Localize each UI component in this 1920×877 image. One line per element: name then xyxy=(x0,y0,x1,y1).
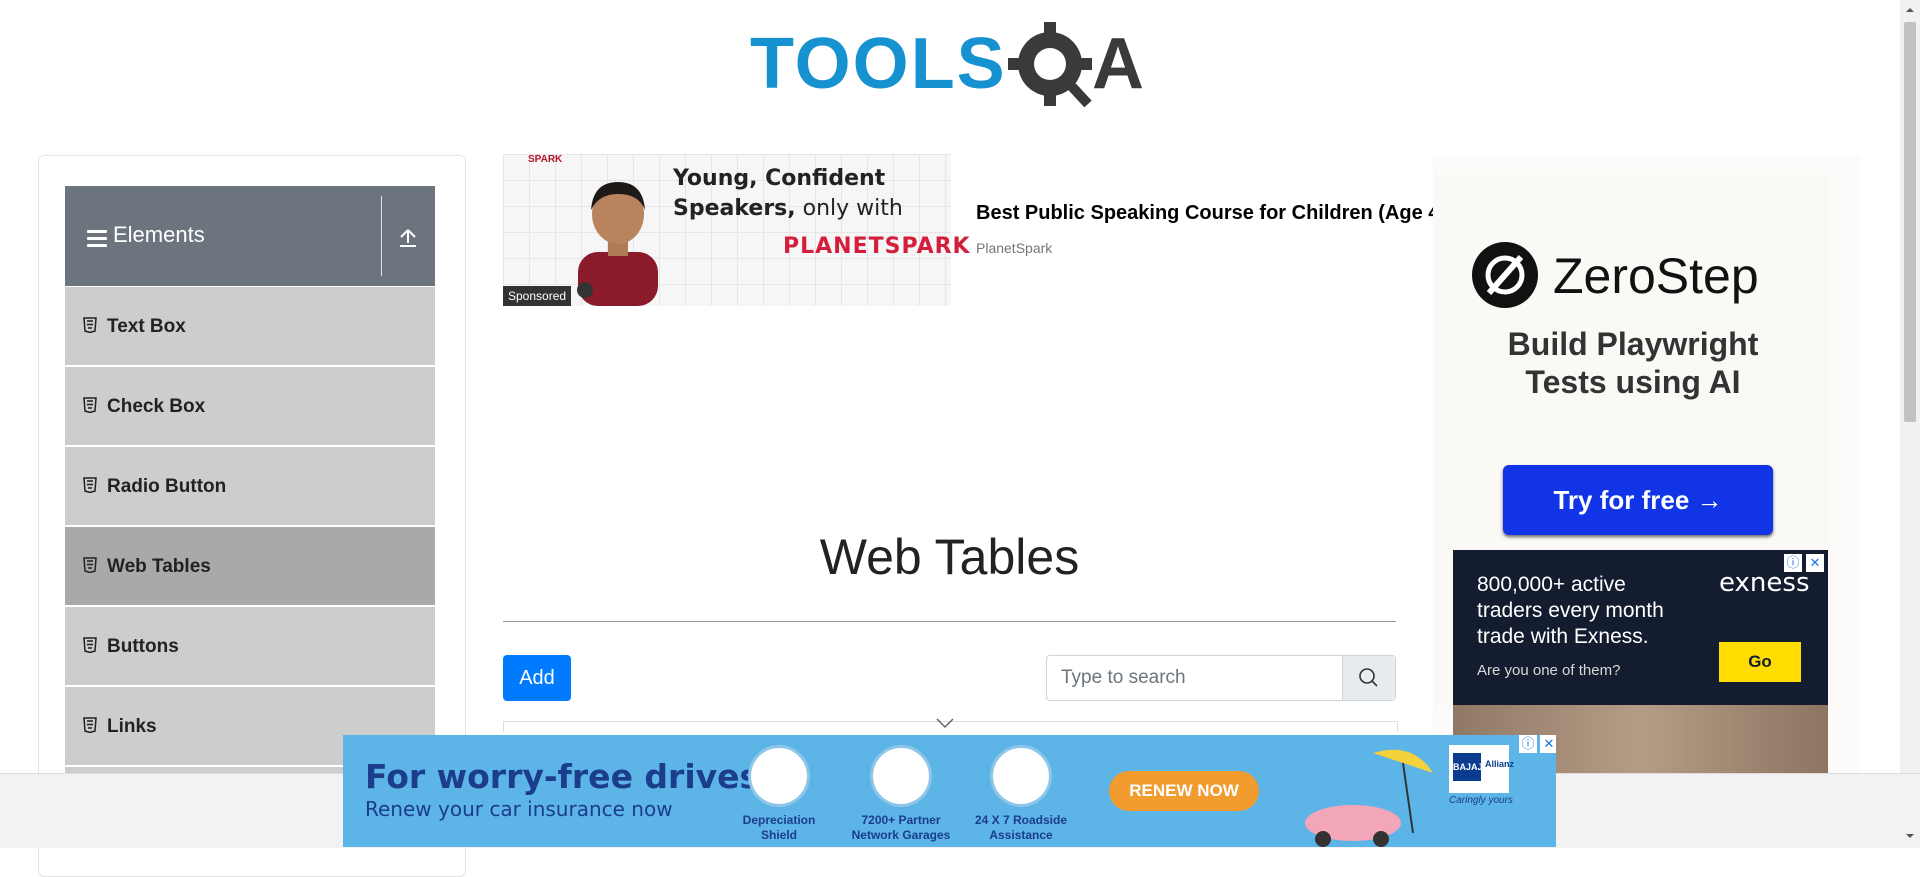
zerostep-tagline: Build Playwright Tests using AI xyxy=(1507,326,1759,400)
ad-controls: ⓘ ✕ xyxy=(1784,554,1824,572)
shield-car-icon xyxy=(748,745,810,807)
car-umbrella-illustration xyxy=(1305,749,1433,847)
html5-icon xyxy=(83,637,97,653)
exness-go-button[interactable]: Go xyxy=(1719,642,1801,682)
sidebar-item-buttons[interactable]: Buttons xyxy=(65,607,435,685)
ad-close-icon[interactable]: ✕ xyxy=(1540,735,1556,753)
feature-line2: Shield xyxy=(760,828,797,842)
ad-headline: For worry-free drives, xyxy=(365,757,772,796)
feature-line2: Network Garages xyxy=(851,828,951,842)
html5-icon xyxy=(83,557,97,573)
bajaj-allianz-logo: BAJAJ Allianz xyxy=(1449,745,1514,793)
sidebar-item-radio-button[interactable]: Radio Button xyxy=(65,447,435,525)
page-title: Web Tables xyxy=(819,529,1080,585)
sidebar-item-label: Links xyxy=(107,716,157,737)
ad-info-icon[interactable]: ⓘ xyxy=(1784,554,1802,572)
ad-subline: Renew your car insurance now xyxy=(365,797,673,821)
brand-tagline: Caringly yours xyxy=(1449,795,1513,806)
page-scrollbar[interactable] xyxy=(1900,0,1920,773)
title-divider xyxy=(503,621,1396,622)
sidebar-item-label: Check Box xyxy=(107,396,206,417)
chevron-down-icon[interactable] xyxy=(935,716,955,730)
sidebar-item-label: Web Tables xyxy=(107,556,211,577)
zerostep-name: ZeroStep xyxy=(1553,248,1759,304)
ad-info-icon[interactable]: ⓘ xyxy=(1519,735,1537,753)
svg-text:TOOLS: TOOLS xyxy=(750,24,1007,104)
html5-icon xyxy=(83,717,97,733)
sidebar-item-text-box[interactable]: Text Box xyxy=(65,287,435,365)
top-sponsored-ad[interactable]: SPARK Young, Confident Speakers, only wi… xyxy=(503,154,1433,306)
search-button[interactable] xyxy=(1342,656,1395,700)
group-title: Elements xyxy=(113,222,205,247)
scroll-down-arrow-icon[interactable] xyxy=(1900,826,1920,846)
ad-headline[interactable]: Best Public Speaking Course for Children… xyxy=(976,202,1433,225)
upload-arrow-icon[interactable] xyxy=(397,227,419,249)
bottom-insurance-ad[interactable]: For worry-free drives, Renew your car in… xyxy=(343,735,1556,847)
exness-subtext: Are you one of them? xyxy=(1477,662,1621,679)
ad-image: SPARK Young, Confident Speakers, only wi… xyxy=(503,154,970,306)
ad-slogan-bold: Speakers, xyxy=(673,196,796,221)
feature-roadside-assistance: 24 X 7 Roadside Assistance xyxy=(961,745,1081,843)
html5-icon xyxy=(83,397,97,413)
allianz-mark: Allianz xyxy=(1485,759,1515,769)
feature-line1: Depreciation xyxy=(742,813,816,827)
ad-slogan-line2: Speakers, only with xyxy=(673,196,903,221)
ad-slogan-line1: Young, Confident xyxy=(673,166,886,191)
elements-group-header[interactable]: Elements xyxy=(65,186,435,286)
hamburger-icon xyxy=(87,230,107,248)
right-ad[interactable]: ZeroStep Build Playwright Tests using AI… xyxy=(1433,155,1861,775)
feature-line1: 24 X 7 Roadside xyxy=(974,813,1068,827)
sidebar-item-check-box[interactable]: Check Box xyxy=(65,367,435,445)
search-box xyxy=(1046,655,1396,701)
ad-controls: ⓘ ✕ xyxy=(1519,735,1556,753)
scroll-up-arrow-icon[interactable] xyxy=(1900,0,1920,20)
header-divider xyxy=(381,196,382,276)
sidebar-item-web-tables[interactable]: Web Tables xyxy=(65,527,435,605)
add-button[interactable]: Add xyxy=(503,655,571,701)
ad-close-icon[interactable]: ✕ xyxy=(1806,554,1824,572)
ad-source: PlanetSpark xyxy=(976,240,1053,256)
exness-text: 800,000+ active traders every month trad… xyxy=(1477,573,1664,648)
child-photo xyxy=(577,182,658,306)
search-icon xyxy=(1359,668,1378,687)
toolsqa-logo[interactable]: TOOLS A xyxy=(750,18,1155,114)
tow-truck-icon xyxy=(990,745,1052,807)
sponsored-badge: Sponsored xyxy=(503,286,572,306)
try-for-free-button[interactable]: Try for free → xyxy=(1503,465,1773,535)
sidebar-item-label: Text Box xyxy=(107,316,186,337)
feature-line2: Assistance xyxy=(989,828,1053,842)
feature-partner-garages: 7200+ Partner Network Garages xyxy=(841,745,961,843)
html5-icon xyxy=(83,317,97,333)
svg-text:A: A xyxy=(1092,24,1144,104)
feature-line1: 7200+ Partner xyxy=(861,813,941,827)
sidebar-item-label: Radio Button xyxy=(107,476,227,497)
exness-brand: exness xyxy=(1719,568,1810,598)
search-input[interactable] xyxy=(1047,656,1343,700)
renew-now-button[interactable]: RENEW NOW xyxy=(1109,771,1259,811)
scroll-thumb[interactable] xyxy=(1904,22,1916,422)
bajaj-mark: BAJAJ xyxy=(1453,753,1483,781)
html5-icon xyxy=(83,477,97,493)
ad-brand-logo: PLANETSPARK xyxy=(783,234,971,259)
garage-icon xyxy=(870,745,932,807)
ad-brand-small: SPARK xyxy=(528,154,563,165)
sidebar-item-label: Buttons xyxy=(107,636,179,657)
feature-depreciation-shield: Depreciation Shield xyxy=(719,745,839,843)
zerostep-logo-icon xyxy=(1472,242,1538,308)
ad-slogan-rest: only with xyxy=(802,196,903,221)
